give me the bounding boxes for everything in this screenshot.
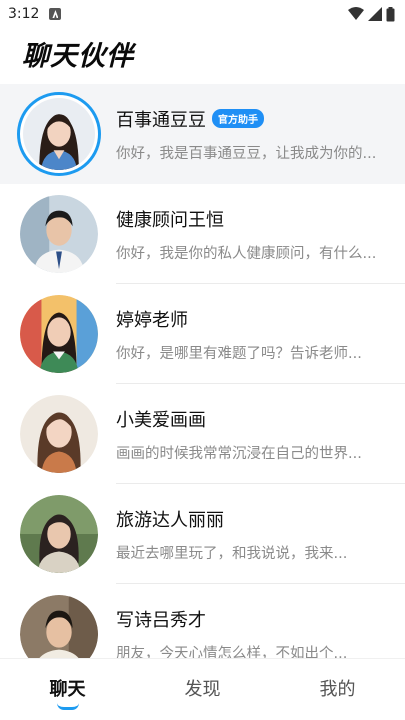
avatar <box>20 295 98 373</box>
tab-discover[interactable]: 发现 <box>135 659 270 720</box>
signal-icon <box>368 7 382 21</box>
chat-item-xiaomei[interactable]: 小美爱画画 画画的时候我常常沉浸在自己的世界... <box>0 384 405 484</box>
status-time: 3:12 <box>8 6 40 22</box>
avatar-image <box>20 295 98 373</box>
avatar <box>20 195 98 273</box>
tab-label: 聊天 <box>49 679 86 700</box>
chat-preview: 画画的时候我常常沉浸在自己的世界... <box>116 445 362 462</box>
tab-chat[interactable]: 聊天 <box>0 659 135 720</box>
avatar-image <box>20 195 98 273</box>
chat-item-wangheng[interactable]: 健康顾问王恒 你好，我是你的私人健康顾问，有什么... <box>0 184 405 284</box>
avatar <box>17 92 101 176</box>
chat-name: 小美爱画画 <box>116 409 206 431</box>
chat-name: 旅游达人丽丽 <box>116 509 224 531</box>
page-title: 聊天伙伴 <box>22 41 134 72</box>
chat-name: 健康顾问王恒 <box>116 209 224 231</box>
chat-name: 百事通豆豆 <box>116 109 206 131</box>
status-bar: 3:12 <box>0 0 405 28</box>
avatar-image <box>23 98 95 170</box>
chat-name: 婷婷老师 <box>116 309 188 331</box>
tab-label: 我的 <box>319 679 356 700</box>
tab-mine[interactable]: 我的 <box>270 659 405 720</box>
chat-preview: 最近去哪里玩了，和我说说，我来... <box>116 545 348 562</box>
battery-icon <box>386 6 395 21</box>
chat-list[interactable]: 百事通豆豆 官方助手 你好，我是百事通豆豆，让我成为你的... 健康顾问王恒 你… <box>0 84 405 658</box>
official-assistant-badge: 官方助手 <box>212 109 264 128</box>
avatar-image <box>20 395 98 473</box>
bottom-tab-bar: 聊天 发现 我的 <box>0 658 405 720</box>
chat-item-lvxiucai[interactable]: 写诗吕秀才 朋友，今天心情怎么样，不如出个... <box>0 584 405 658</box>
avatar <box>20 395 98 473</box>
avatar <box>20 495 98 573</box>
chat-preview: 你好，是哪里有难题了吗？告诉老师... <box>116 345 362 362</box>
avatar-image <box>20 495 98 573</box>
chat-item-doudou[interactable]: 百事通豆豆 官方助手 你好，我是百事通豆豆，让我成为你的... <box>0 84 405 184</box>
chat-preview: 朋友，今天心情怎么样，不如出个... <box>116 645 348 659</box>
chat-item-tingting[interactable]: 婷婷老师 你好，是哪里有难题了吗？告诉老师... <box>0 284 405 384</box>
app-notification-icon <box>49 8 62 20</box>
tab-label: 发现 <box>184 679 221 700</box>
chat-item-lili[interactable]: 旅游达人丽丽 最近去哪里玩了，和我说说，我来... <box>0 484 405 584</box>
avatar-image <box>20 595 98 658</box>
active-tab-indicator <box>56 703 79 710</box>
chat-preview: 你好，我是你的私人健康顾问，有什么... <box>116 245 377 262</box>
wifi-icon <box>348 7 364 20</box>
chat-preview: 你好，我是百事通豆豆，让我成为你的... <box>116 145 377 162</box>
avatar <box>20 595 98 658</box>
chat-name: 写诗吕秀才 <box>116 609 206 631</box>
